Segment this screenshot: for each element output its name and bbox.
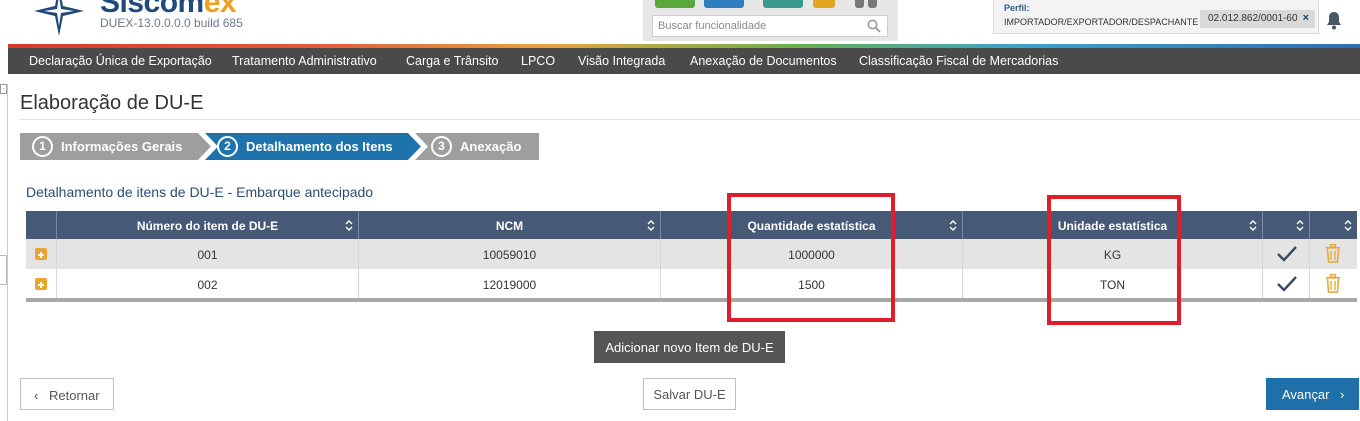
cnpj-badge: 02.012.862/0001-60 × (1200, 10, 1315, 28)
highlight-quantidade (727, 193, 895, 322)
add-item-button[interactable]: Adicionar novo Item de DU-E (594, 331, 785, 363)
expand-plus-icon[interactable] (35, 248, 47, 260)
back-label: Retornar (49, 388, 100, 403)
next-label: Avançar (1282, 387, 1330, 402)
expand-plus-icon[interactable] (35, 278, 47, 290)
main-nav: Declaração Única de Exportação Tratament… (8, 48, 1360, 74)
cell-delete (1310, 239, 1357, 269)
wizard-steps: 1 Informações Gerais 2 Detalhamento dos … (20, 133, 540, 160)
step-number: 2 (217, 136, 238, 157)
cell-ncm: 12019000 (359, 269, 661, 299)
check-icon[interactable] (1277, 276, 1297, 292)
sort-icon[interactable] (345, 220, 353, 231)
chevron-right-icon: › (1340, 387, 1345, 402)
column-label: Número do item de DU-E (136, 219, 279, 233)
side-divider (7, 84, 8, 421)
check-icon[interactable] (1277, 246, 1297, 262)
siscomex-star-icon (34, 0, 84, 36)
column-header-item[interactable]: Número do item de DU-E (57, 211, 359, 239)
sort-icon[interactable] (949, 220, 957, 231)
item-number: 001 (197, 248, 218, 262)
step-number: 3 (431, 136, 452, 157)
nav-item-classificacao[interactable]: Classificação Fiscal de Mercadorias (859, 54, 1058, 68)
nav-item-carga[interactable]: Carga e Trânsito (406, 54, 498, 68)
cell-delete (1310, 269, 1357, 299)
search-icon[interactable] (867, 19, 881, 33)
nav-item-due[interactable]: Declaração Única de Exportação (29, 54, 212, 68)
page-title: Elaboração de DU-E (20, 92, 204, 114)
chevron-left-icon: ‹ (34, 388, 39, 403)
trash-icon[interactable] (1325, 244, 1341, 263)
cnpj-value: 02.012.862/0001-60 (1208, 13, 1298, 24)
search-input[interactable] (653, 16, 859, 36)
section-title: Detalhamento de itens de DU-E - Embarque… (26, 184, 374, 200)
nav-item-visao[interactable]: Visão Integrada (578, 54, 665, 68)
cell-expand (26, 239, 57, 269)
profile-role: IMPORTADOR/EXPORTADOR/DESPACHANTE (1004, 17, 1199, 27)
item-number: 002 (197, 278, 218, 292)
search-field[interactable] (652, 15, 888, 37)
cell-confirm (1263, 239, 1310, 269)
cell-item: 001 (57, 239, 359, 269)
nav-item-anexacao[interactable]: Anexação de Documentos (690, 54, 837, 68)
column-expand (26, 211, 57, 239)
trash-icon[interactable] (1325, 274, 1341, 293)
highlight-unidade (1047, 195, 1181, 325)
bell-icon[interactable] (1326, 11, 1342, 30)
nav-item-tratamento[interactable]: Tratamento Administrativo (232, 54, 377, 68)
build-version: DUEX-13.0.0.0.0 build 685 (100, 16, 243, 30)
back-button[interactable]: ‹ Retornar (20, 378, 114, 410)
next-button[interactable]: Avançar › (1266, 378, 1359, 410)
close-icon[interactable]: × (1303, 12, 1309, 24)
sort-icon[interactable] (1344, 220, 1352, 231)
side-tab[interactable] (0, 255, 7, 285)
grid-menu-icon-b[interactable] (868, 0, 877, 8)
title-divider (20, 119, 1360, 120)
shortcut-tile-4[interactable] (813, 0, 835, 8)
sort-icon[interactable] (1249, 220, 1257, 231)
profile-panel: Perfil: IMPORTADOR/EXPORTADOR/DESPACHANT… (993, 0, 1319, 34)
column-header-ncm[interactable]: NCM (359, 211, 661, 239)
step-label: Detalhamento dos Itens (246, 139, 393, 154)
column-label: NCM (495, 219, 524, 233)
profile-label: Perfil: (1004, 3, 1030, 13)
cell-item: 002 (57, 269, 359, 299)
sort-icon[interactable] (1296, 220, 1304, 231)
collapse-toggle[interactable]: - (0, 84, 7, 94)
step-label: Anexação (460, 139, 522, 154)
column-header-delete[interactable] (1310, 211, 1357, 239)
sort-icon[interactable] (647, 220, 655, 231)
ncm-value: 12019000 (482, 278, 537, 292)
cell-ncm: 10059010 (359, 239, 661, 269)
step-label: Informações Gerais (61, 139, 183, 154)
save-button[interactable]: Salvar DU-E (643, 378, 736, 410)
grid-menu-icon[interactable] (855, 0, 864, 8)
step-number: 1 (32, 136, 53, 157)
nav-item-lpco[interactable]: LPCO (521, 54, 555, 68)
ncm-value: 10059010 (482, 248, 537, 262)
column-header-confirm[interactable] (1263, 211, 1310, 239)
cell-expand (26, 269, 57, 299)
shortcut-tile-3[interactable] (763, 0, 803, 8)
wizard-step-1[interactable]: 1 Informações Gerais (20, 133, 205, 160)
app-header: Siscomex DUEX-13.0.0.0.0 build 685 Perfi… (0, 0, 1360, 44)
cell-confirm (1263, 269, 1310, 299)
wizard-step-2[interactable]: 2 Detalhamento dos Itens (205, 133, 415, 160)
wizard-step-3[interactable]: 3 Anexação (415, 133, 539, 160)
shortcut-tile-2[interactable] (704, 0, 744, 8)
shortcut-tile-1[interactable] (655, 0, 695, 8)
